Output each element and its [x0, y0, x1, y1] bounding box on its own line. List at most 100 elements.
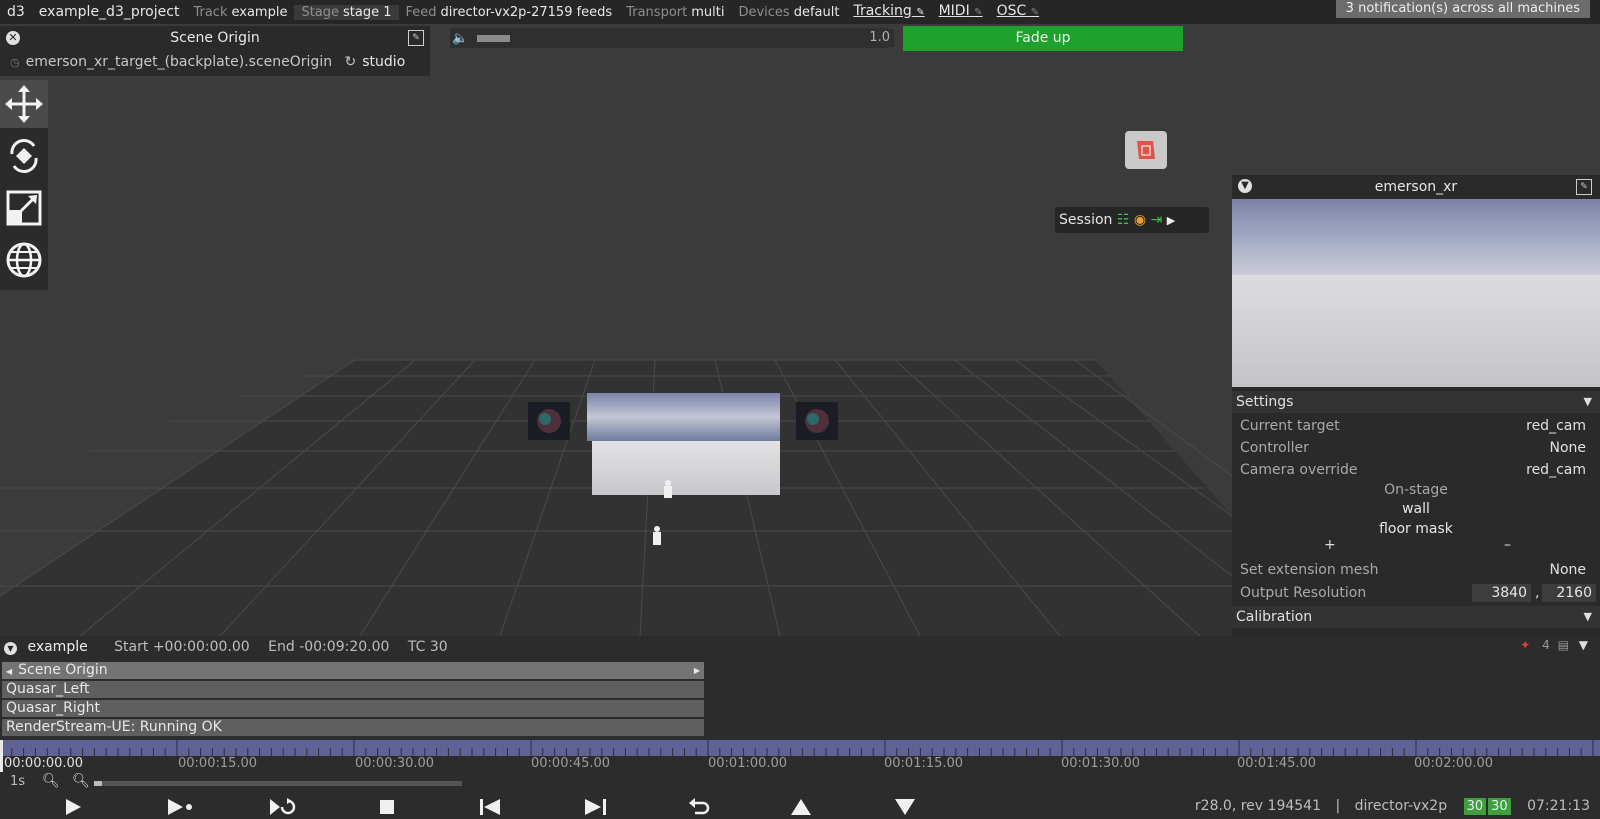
settings-section-header[interactable]: Settings ▼	[1232, 391, 1600, 413]
move-tool-button[interactable]	[0, 80, 48, 128]
session-widget[interactable]: Session ☷ ◉ ⇥ ▶	[1055, 207, 1209, 233]
timeline-tick-labels: 00:00:00.00 00:00:15.00 00:00:30.00 00:0…	[0, 756, 1600, 772]
triangle-down-icon	[895, 799, 915, 815]
camera-override-label: Camera override	[1240, 462, 1358, 478]
notifications-button[interactable]: 3 notification(s) across all machines	[1335, 0, 1590, 18]
edit-icon[interactable]: ✎	[1576, 179, 1592, 195]
timecode-rate: TC 30	[407, 639, 448, 655]
scene-origin-mode[interactable]: studio	[362, 54, 405, 70]
current-target-row[interactable]: Current target red_cam	[1240, 415, 1590, 437]
resolution-separator: ,	[1535, 585, 1540, 601]
osc-menu[interactable]: OSC ✎	[990, 0, 1047, 25]
layer-bar-renderstream[interactable]: RenderStream-UE: Running OK	[2, 719, 704, 736]
zoom-scrollbar[interactable]	[94, 781, 462, 786]
track-value[interactable]: example	[231, 5, 294, 20]
play-button[interactable]	[58, 796, 88, 818]
track-name[interactable]: example	[27, 639, 87, 655]
play-icon[interactable]: ▶	[1167, 214, 1175, 227]
output-resolution-label: Output Resolution	[1240, 585, 1367, 601]
extension-mesh-value[interactable]: None	[1549, 559, 1586, 581]
onstage-item[interactable]: wall	[1232, 499, 1600, 519]
loop-button[interactable]	[268, 796, 298, 818]
next-track-button[interactable]	[890, 796, 920, 818]
osc-label: OSC	[996, 3, 1027, 19]
output-height-field[interactable]: 2160	[1542, 584, 1596, 602]
rate-field[interactable]: 1.0	[835, 29, 894, 47]
refresh-icon[interactable]: ↻	[345, 54, 357, 70]
layers-icon[interactable]: ▤	[1558, 638, 1569, 652]
extension-mesh-row[interactable]: Set extension mesh None	[1240, 559, 1590, 581]
eye-icon[interactable]: ◉	[1134, 212, 1146, 228]
axes-icon[interactable]: ✦	[1520, 638, 1530, 652]
previous-section-button[interactable]	[476, 796, 506, 818]
network-icon[interactable]: ☷	[1117, 212, 1130, 228]
layer-bar-quasar-right[interactable]: Quasar_Right	[2, 700, 704, 717]
stage-label: Stage	[294, 4, 344, 20]
status-separator: |	[1335, 798, 1341, 814]
scale-tool-button[interactable]	[0, 184, 48, 232]
previous-track-button[interactable]	[786, 796, 816, 818]
layer-bar-scene-origin[interactable]: ◀ Scene Origin ▶	[2, 662, 704, 679]
project-name[interactable]: example_d3_project	[32, 0, 187, 24]
camera-override-value[interactable]: red_cam	[1526, 459, 1586, 481]
output-resolution-row: Output Resolution 3840 , 2160	[1240, 582, 1596, 604]
zoom-unit[interactable]: 1s	[10, 774, 25, 789]
calibration-section-header[interactable]: Calibration ▼	[1232, 606, 1600, 628]
layer-count: 4	[1542, 638, 1550, 652]
play-to-end-button[interactable]	[165, 796, 195, 818]
app-name[interactable]: d3	[0, 0, 32, 24]
camera-override-row[interactable]: Camera override red_cam	[1240, 459, 1590, 481]
return-button[interactable]	[684, 796, 714, 818]
stop-icon	[380, 800, 394, 814]
fade-up-button[interactable]: Fade up	[903, 26, 1183, 51]
fps-badge: 30	[1463, 798, 1487, 815]
edit-icon[interactable]: ✎	[408, 30, 424, 46]
track-menu-icon[interactable]: ▼	[4, 642, 17, 655]
add-button[interactable]: +	[1324, 537, 1336, 553]
layer-tools: ✦ 4 ▤ ▼	[1520, 638, 1588, 652]
chevron-down-icon[interactable]: ▼	[1579, 638, 1588, 652]
speaker-icon[interactable]: 🔈	[452, 31, 468, 46]
feed-value[interactable]: director-vx2p-27159 feeds	[441, 5, 620, 20]
exit-icon[interactable]: ⇥	[1151, 212, 1163, 228]
rotate-icon	[10, 139, 38, 173]
next-section-button[interactable]	[580, 796, 610, 818]
current-target-label: Current target	[1240, 418, 1340, 434]
output-width-field[interactable]: 3840	[1472, 584, 1531, 602]
tick-label: 00:01:30.00	[1061, 756, 1141, 771]
timeline-ruler[interactable]	[0, 740, 1600, 756]
current-target-value[interactable]: red_cam	[1526, 415, 1586, 437]
scene-origin-path[interactable]: emerson_xr_target_(backplate).sceneOrigi…	[26, 54, 332, 70]
world-space-button[interactable]	[0, 236, 48, 284]
zoom-scroll-thumb[interactable]	[94, 781, 102, 786]
zoom-controls: 1s 🔍︎ 🔍︎	[0, 773, 500, 794]
machine-name[interactable]: director-vx2p	[1355, 798, 1448, 814]
controller-row[interactable]: Controller None	[1240, 437, 1590, 459]
playhead[interactable]	[0, 740, 3, 772]
camera-preview	[1232, 199, 1600, 387]
stop-button[interactable]	[372, 796, 402, 818]
transport-value[interactable]: multi	[691, 5, 731, 20]
onstage-item[interactable]: floor mask	[1232, 519, 1600, 539]
volume-slider[interactable]	[477, 35, 510, 42]
volume-track[interactable]	[450, 28, 888, 48]
object-gizmo[interactable]	[1125, 131, 1167, 169]
remove-button[interactable]: –	[1504, 537, 1511, 553]
track-label: Track	[193, 4, 228, 20]
devices-value[interactable]: default	[794, 5, 847, 20]
stage-value[interactable]: stage 1	[343, 4, 399, 20]
midi-menu[interactable]: MIDI ✎	[932, 0, 990, 25]
led-wall-floor	[592, 441, 780, 495]
rotate-tool-button[interactable]	[0, 132, 48, 180]
zoom-in-icon[interactable]: 🔍︎	[72, 773, 90, 789]
layer-bar-quasar-left[interactable]: Quasar_Left	[2, 681, 704, 698]
tracking-menu[interactable]: Tracking ✎	[846, 0, 931, 25]
timeline-header: ▼ example Start +00:00:00.00 End -00:09:…	[0, 636, 1600, 658]
clock-icon: ◷	[10, 56, 20, 69]
transport-controls	[0, 794, 1000, 819]
calibration-label: Calibration	[1236, 609, 1313, 625]
pin-icon: ✎	[1030, 7, 1040, 18]
zoom-out-icon[interactable]: 🔍︎	[42, 773, 60, 789]
camera-panel: ▼ emerson_xr ✎ Settings ▼ Current target…	[1232, 175, 1600, 636]
controller-value[interactable]: None	[1549, 437, 1586, 459]
